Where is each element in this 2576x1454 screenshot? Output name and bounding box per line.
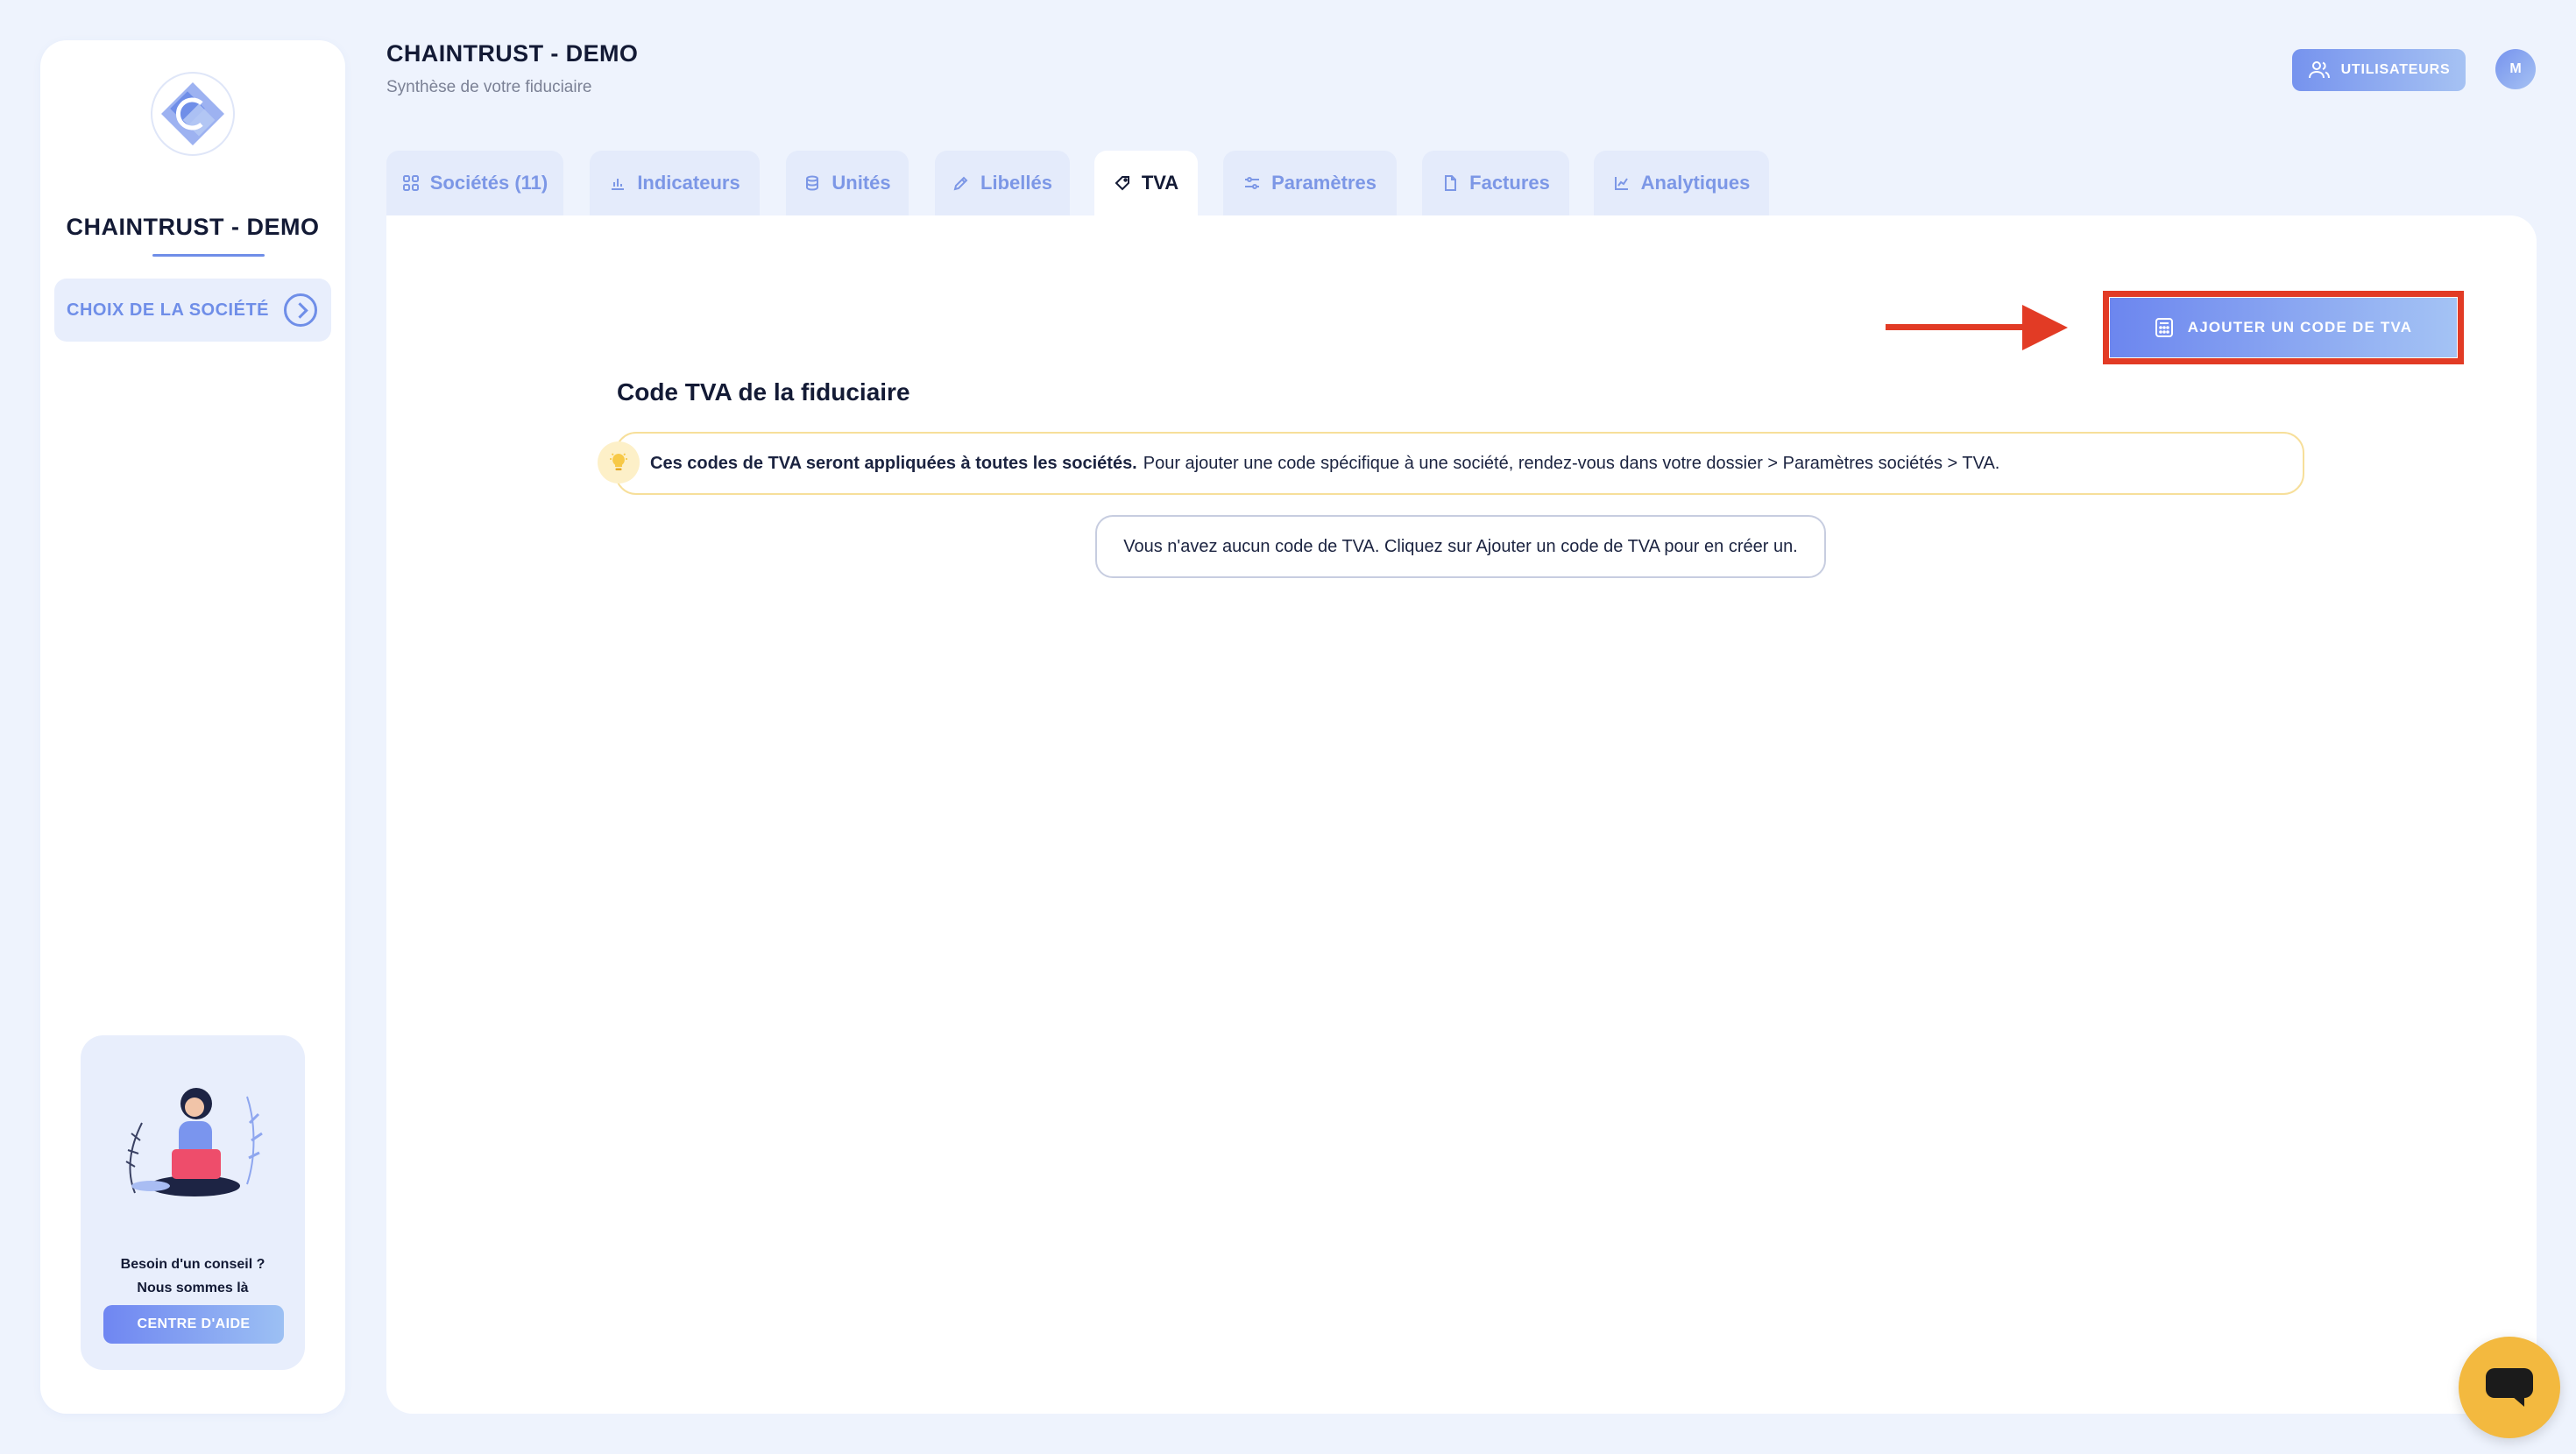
chat-support-button[interactable]: [2459, 1337, 2560, 1438]
info-banner-bold: Ces codes de TVA seront appliquées à tou…: [650, 453, 1137, 473]
bar-chart-icon: [612, 179, 625, 190]
users-button-label: UTILISATEURS: [2340, 62, 2451, 77]
company-choice-label: CHOIX DE LA SOCIÉTÉ: [67, 300, 270, 320]
tab-unites[interactable]: Unités: [786, 151, 909, 215]
tab-label: Sociétés (11): [429, 172, 548, 194]
chaintrust-logo-icon[interactable]: [149, 70, 237, 158]
tab-label: Paramètres: [1271, 172, 1376, 194]
tab-indicateurs[interactable]: Indicateurs: [590, 151, 760, 215]
pencil-icon: [953, 176, 968, 191]
annotation-arrow-icon: [1886, 305, 2068, 350]
tab-label: Libellés: [980, 172, 1052, 194]
tab-label: TVA: [1141, 172, 1179, 194]
tab-label: Analytiques: [1640, 172, 1751, 194]
calculator-icon: [2155, 318, 2173, 337]
help-text-line: Nous sommes là: [137, 1281, 249, 1295]
file-icon: [1445, 175, 1457, 191]
sidebar-brand-name: CHAINTRUST - DEMO: [66, 214, 320, 240]
tag-icon: [1115, 176, 1129, 191]
info-banner-text: Pour ajouter une code spécifique à une s…: [1143, 453, 2000, 473]
users-icon: [2308, 61, 2330, 79]
sidebar: CHAINTRUST - DEMO CHOIX DE LA SOCIÉTÉ Be…: [40, 40, 345, 1414]
help-center-button[interactable]: CENTRE D'AIDE: [103, 1305, 284, 1344]
database-icon: [806, 175, 819, 191]
tab-tva[interactable]: TVA: [1094, 151, 1198, 215]
page-title: CHAINTRUST - DEMO: [386, 40, 639, 67]
add-vat-code-label: AJOUTER UN CODE DE TVA: [2187, 319, 2413, 335]
line-chart-icon: [1614, 177, 1628, 190]
person-with-laptop-illustration: [125, 1088, 263, 1196]
chat-icon: [2486, 1368, 2533, 1407]
tab-analytiques[interactable]: Analytiques: [1594, 151, 1769, 215]
sliders-icon: [1245, 177, 1260, 189]
help-text-line: Besoin d'un conseil ?: [120, 1257, 265, 1272]
brand-underline: [152, 254, 265, 257]
company-choice-button[interactable]: CHOIX DE LA SOCIÉTÉ: [54, 279, 331, 342]
grid-icon: [402, 175, 419, 191]
tab-label: Unités: [832, 172, 891, 194]
users-button[interactable]: UTILISATEURS: [2292, 49, 2466, 91]
avatar[interactable]: M: [2495, 49, 2536, 89]
chevron-right-circle-icon: [284, 293, 317, 327]
tab-parametres[interactable]: Paramètres: [1223, 151, 1397, 215]
info-banner: Ces codes de TVA seront appliquées à tou…: [615, 432, 2304, 495]
add-vat-code-button[interactable]: AJOUTER UN CODE DE TVA: [2110, 298, 2457, 357]
lightbulb-icon: [598, 441, 640, 483]
tab-libelles[interactable]: Libellés: [935, 151, 1070, 215]
tab-label: Factures: [1469, 172, 1550, 194]
help-card: Besoin d'un conseil ? Nous sommes là pou…: [81, 1035, 305, 1370]
tab-factures[interactable]: Factures: [1422, 151, 1569, 215]
page-subtitle: Synthèse de votre fiduciaire: [386, 78, 592, 96]
tab-societes[interactable]: Sociétés (11): [386, 151, 563, 215]
tab-label: Indicateurs: [637, 172, 740, 194]
section-title: Code TVA de la fiduciaire: [617, 378, 910, 406]
empty-state-message: Vous n'avez aucun code de TVA. Cliquez s…: [1095, 515, 1826, 578]
